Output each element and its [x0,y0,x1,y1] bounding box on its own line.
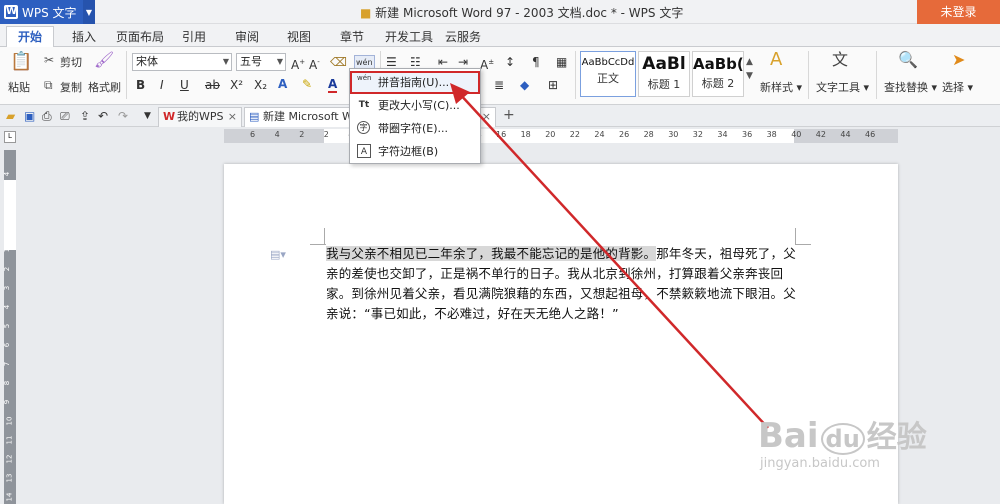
watermark-brand: Bai [758,416,819,456]
paw-icon: du [820,423,865,455]
watermark-url: jingyan.baidu.com [760,456,880,471]
watermark-brand-cn: 经验 [866,420,927,455]
arrow-shaft [457,91,769,429]
baidu-watermark: Bai du 经验 jingyan.baidu.com [758,412,927,471]
